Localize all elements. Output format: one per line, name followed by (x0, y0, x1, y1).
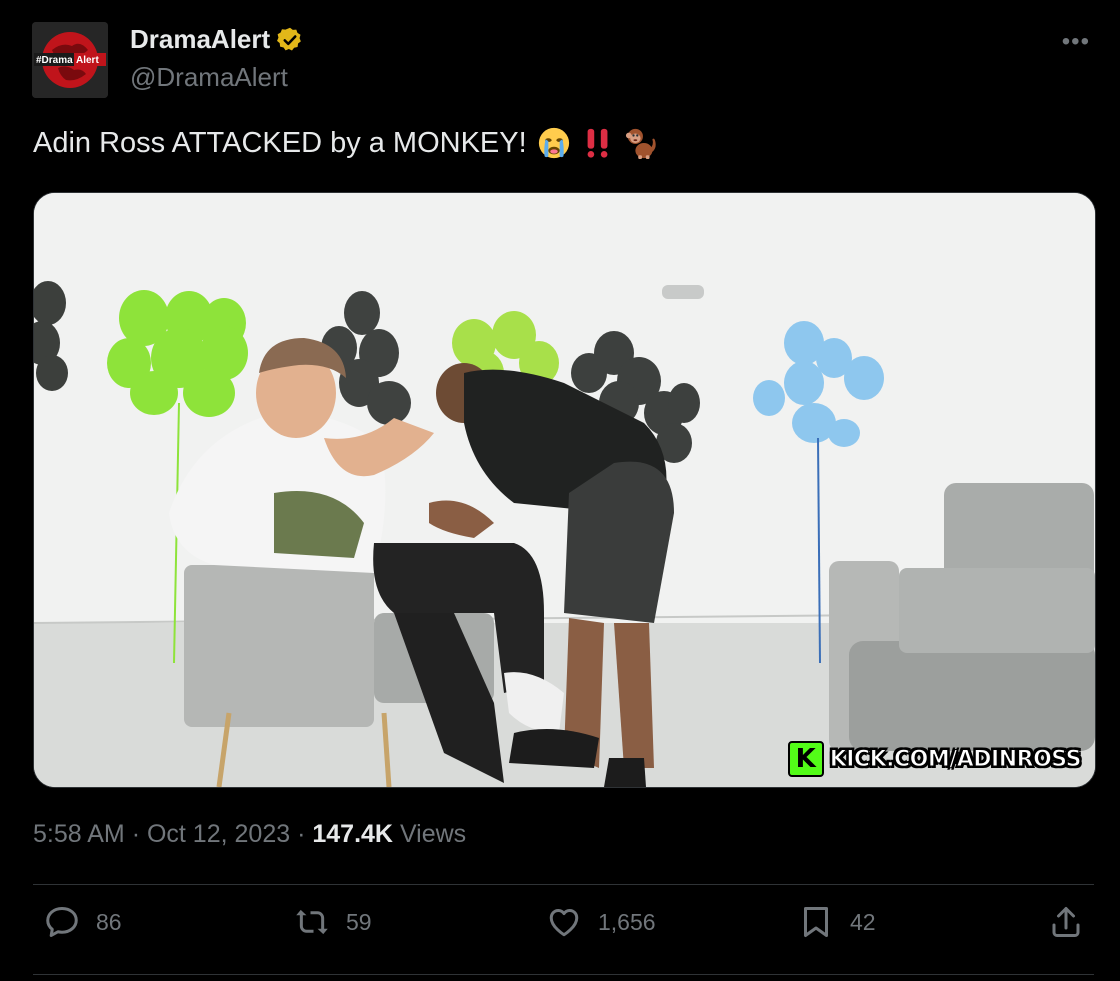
crying-face-icon (538, 127, 569, 159)
reply-count: 86 (96, 908, 122, 935)
share-icon (1052, 907, 1080, 937)
dramaalert-logo: #Drama Alert (32, 22, 108, 98)
monkey-icon (625, 128, 656, 160)
bookmark-button[interactable]: 42 (798, 904, 876, 940)
retweet-count: 59 (346, 908, 372, 935)
tweet-card: #Drama Alert DramaAlert @DramaAlert ••• … (0, 0, 1120, 981)
retweet-button[interactable]: 59 (294, 904, 372, 940)
verified-badge-icon (277, 27, 302, 50)
like-button[interactable]: 1,656 (546, 904, 656, 940)
reply-button[interactable]: 86 (44, 904, 122, 940)
video-frame (34, 193, 1095, 787)
views-count: 147.4K (312, 820, 393, 848)
author-name-row[interactable]: DramaAlert (130, 24, 304, 55)
author-display-name[interactable]: DramaAlert (130, 24, 270, 55)
avatar[interactable]: #Drama Alert (32, 22, 108, 98)
divider (33, 974, 1094, 975)
kick-logo-icon: K (787, 741, 824, 777)
bookmark-count: 42 (850, 908, 876, 935)
meta-separator: · (297, 820, 306, 848)
kick-watermark: K KICK.COM/ADINROSS (787, 741, 1082, 777)
meta-separator: · (131, 820, 141, 848)
tweet-time[interactable]: 5:58 AM (33, 820, 125, 848)
avatar-text-right: Alert (76, 55, 99, 66)
tweet-text-row: Adin Ross ATTACKED by a MONKEY! (33, 126, 659, 160)
tweet-date[interactable]: Oct 12, 2023 (147, 820, 290, 848)
reply-icon (46, 907, 78, 937)
double-exclamation-icon (587, 128, 608, 158)
author-handle[interactable]: @DramaAlert (130, 62, 288, 93)
retweet-icon (296, 909, 328, 935)
share-button[interactable] (1048, 904, 1084, 940)
heart-icon (549, 908, 579, 937)
action-bar: 86 59 1,656 42 (0, 904, 1120, 958)
more-options-icon[interactable]: ••• (1062, 28, 1090, 56)
like-count: 1,656 (598, 908, 656, 935)
video-media[interactable]: K KICK.COM/ADINROSS (33, 192, 1096, 788)
kick-url-text: KICK.COM/ADINROSS (829, 746, 1082, 772)
divider (33, 884, 1094, 885)
views-label: Views (399, 820, 467, 848)
bookmark-icon (804, 907, 828, 937)
avatar-text-left: #Drama (36, 55, 73, 66)
tweet-meta: 5:58 AM · Oct 12, 2023 · 147.4K Views (33, 820, 466, 849)
tweet-text: Adin Ross ATTACKED by a MONKEY! (33, 126, 527, 159)
